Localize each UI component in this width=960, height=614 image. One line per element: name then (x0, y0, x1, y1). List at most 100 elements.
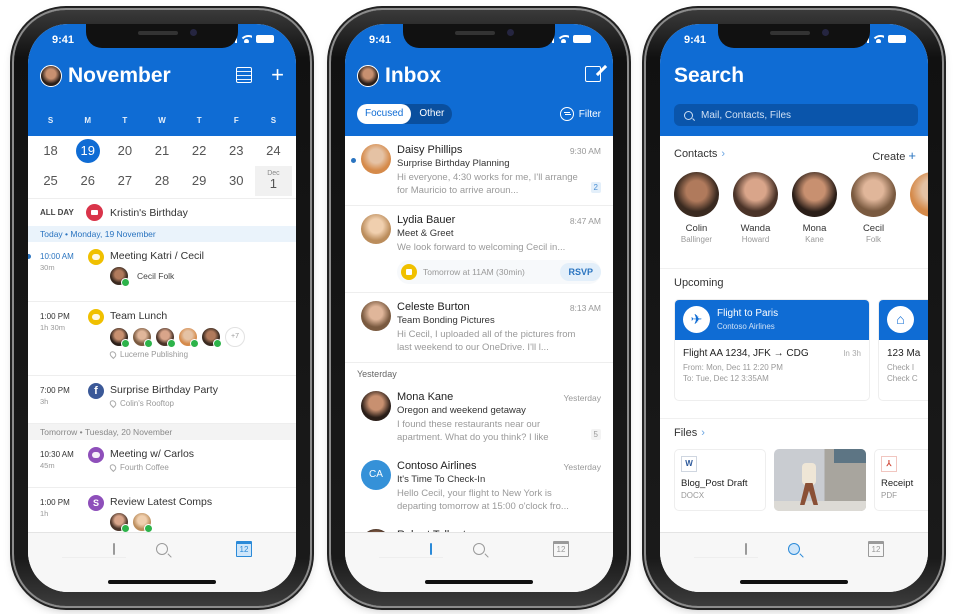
home-indicator[interactable] (425, 580, 533, 584)
create-contact-button[interactable]: Create + (872, 148, 916, 163)
day-cell[interactable]: 21 (143, 136, 180, 166)
message-item[interactable]: CA Contoso Airlines Yesterday It's Time … (345, 452, 613, 521)
message-subject: Oregon and weekend getaway (397, 405, 526, 416)
tab-search[interactable] (469, 541, 489, 557)
tab-mail[interactable] (694, 541, 758, 558)
day-cell-dec[interactable]: Dec 1 (254, 166, 292, 196)
upcoming-card[interactable]: ✈ Flight to Paris Contoso Airlines Flight … (674, 299, 870, 401)
event-item[interactable]: 10:30 AM 45m Meeting w/ Carlos Fourth Co… (28, 440, 296, 488)
attendee-avatar (110, 513, 130, 533)
contact-item[interactable]: Mona Kane (792, 172, 837, 244)
contact-item[interactable]: Cecil Folk (851, 172, 896, 244)
message-item[interactable]: Celeste Burton 8:13 AM Team Bonding Pict… (345, 293, 613, 363)
section-yesterday: Yesterday (357, 369, 397, 379)
home-indicator[interactable] (740, 580, 848, 584)
event-title: Surprise Birthday Party (110, 384, 218, 396)
message-preview: We look forward to welcoming Cecil in... (397, 242, 566, 253)
day-cell[interactable]: 23 (218, 136, 255, 166)
search-icon (473, 543, 485, 555)
outlook-app-showcase: 9:41 November + S M T W T F S 18 19 20 2… (0, 0, 960, 614)
event-duration: 1h 30m (40, 323, 66, 332)
day-cell[interactable]: 24 (255, 136, 292, 166)
contact-last-name: Folk (865, 235, 882, 244)
event-item[interactable]: 10:00 AM 30m Meeting Katri / Cecil Cecil… (28, 242, 296, 302)
message-list: Daisy Phillips 9:30 AM Surprise Birthday… (345, 136, 613, 559)
rsvp-button[interactable]: RSVP (560, 263, 601, 281)
status-time: 9:41 (52, 34, 75, 46)
card-title: Flight to Paris (717, 308, 779, 319)
message-item[interactable]: Lydia Bauer 8:47 AM Meet & Greet We look… (345, 206, 613, 293)
day-cell[interactable]: 27 (106, 166, 143, 196)
home-indicator[interactable] (108, 580, 216, 584)
current-time-indicator (28, 254, 31, 259)
tab-calendar[interactable]: 12 (551, 541, 571, 557)
contacts-section: Contacts › Create + Colin Ballinger Wanda H… (660, 148, 928, 244)
day-cell[interactable]: 26 (69, 166, 106, 196)
message-time: 8:47 AM (569, 216, 601, 226)
thread-count-badge: 2 (590, 182, 601, 193)
tab-mail[interactable] (62, 541, 126, 558)
day-cell[interactable]: 18 (32, 136, 69, 166)
file-item[interactable]: W Blog_Post Draft DOCX (674, 449, 766, 511)
day-cell[interactable]: 20 (106, 136, 143, 166)
contact-first-name: Cecil (862, 223, 885, 234)
tab-other[interactable]: Other (411, 104, 452, 124)
contact-item[interactable]: Wanda Howard (733, 172, 778, 244)
tab-mail[interactable] (379, 541, 443, 558)
event-location: Fourth Coffee (120, 463, 169, 472)
compose-icon[interactable] (585, 66, 601, 82)
battery-icon (573, 34, 591, 43)
day-cell[interactable]: 22 (181, 136, 218, 166)
filter-button[interactable]: Filter (559, 107, 601, 121)
phone-inbox: 9:41 Inbox Focused Other Filter Daisy Ph… (331, 10, 627, 606)
contact-last-name: Ballinger (680, 235, 713, 244)
more-attendees[interactable]: +7 (225, 327, 245, 347)
profile-avatar[interactable] (40, 65, 62, 87)
day-cell[interactable]: 30 (218, 166, 255, 196)
tab-focused[interactable]: Focused (357, 104, 412, 124)
message-preview: Hi Cecil, I uploaded all of the pictures… (397, 329, 576, 353)
search-input[interactable] (701, 109, 891, 121)
profile-avatar[interactable] (357, 65, 379, 87)
event-duration: 30m (40, 263, 55, 272)
day-cell-selected[interactable]: 19 (69, 136, 106, 166)
sender-avatar (361, 144, 391, 174)
contact-item[interactable] (910, 172, 928, 244)
all-day-row[interactable]: ALL DAY Kristin's Birthday (28, 198, 296, 226)
message-item[interactable]: Daisy Phillips 9:30 AM Surprise Birthday… (345, 136, 613, 206)
file-item[interactable]: ⅄ Receipt PDF (874, 449, 928, 511)
weekday: T (196, 116, 202, 125)
event-time: 7:00 PM (40, 386, 70, 395)
lunch-icon (88, 309, 104, 325)
facebook-icon: f (88, 383, 104, 399)
attendee-avatar (110, 267, 130, 287)
add-event-icon[interactable]: + (271, 62, 284, 88)
contact-item[interactable]: Colin Ballinger (674, 172, 719, 244)
filter-icon (559, 107, 574, 121)
event-item[interactable]: 1:00 PM 1h 30m Team Lunch +7 Lucerne Pub… (28, 302, 296, 376)
tab-calendar[interactable]: 12 (234, 541, 254, 557)
message-item[interactable]: Mona Kane Yesterday Oregon and weekend g… (345, 383, 613, 452)
tab-search[interactable] (152, 541, 172, 557)
search-icon (788, 543, 800, 555)
calendar-icon: 12 (868, 541, 884, 557)
pdf-icon: ⅄ (881, 456, 897, 472)
agenda-view-icon[interactable] (236, 67, 252, 83)
search-box[interactable] (674, 104, 918, 126)
tab-search[interactable] (784, 541, 804, 557)
contact-avatar (674, 172, 719, 217)
day-cell[interactable]: 25 (32, 166, 69, 196)
meeting-icon (88, 447, 104, 463)
photo-file-item[interactable] (774, 449, 866, 511)
upcoming-card[interactable]: ⌂ 123 Ma Check I Check C (878, 299, 928, 401)
day-cell[interactable]: 28 (143, 166, 180, 196)
today-header: Today • Monday, 19 November (28, 226, 296, 242)
message-subject: Team Bonding Pictures (397, 315, 495, 326)
files-heading[interactable]: Files › (660, 427, 928, 439)
weekday: S (270, 116, 277, 125)
tab-calendar[interactable]: 12 (866, 541, 886, 557)
weekday: T (122, 116, 128, 125)
day-cell[interactable]: 29 (181, 166, 218, 196)
month-grid: 18 19 20 21 22 23 24 25 26 27 28 29 30 D… (28, 136, 296, 196)
event-item[interactable]: 7:00 PM 3h f Surprise Birthday Party Col… (28, 376, 296, 424)
